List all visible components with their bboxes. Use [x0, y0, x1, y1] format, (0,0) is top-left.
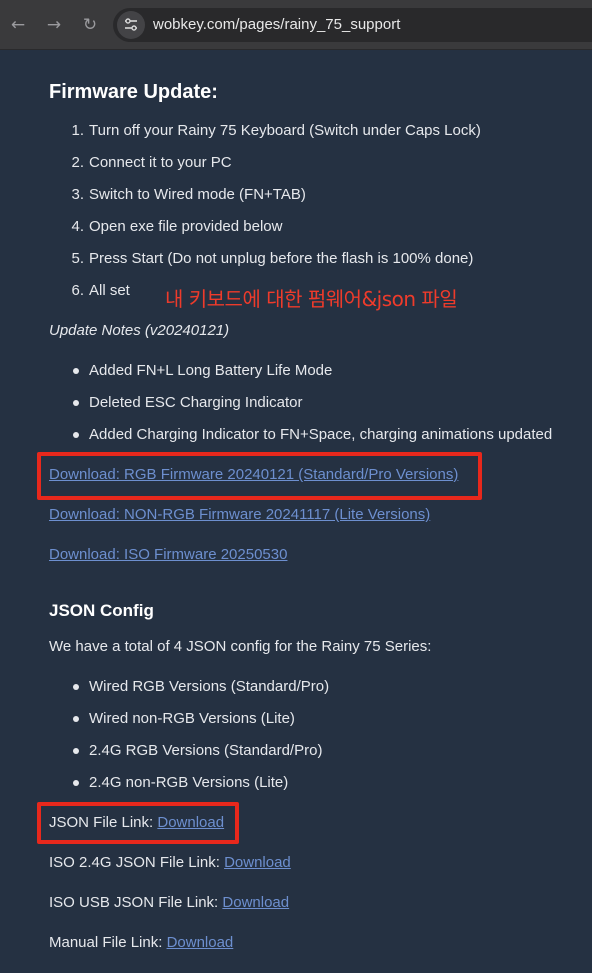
arrow-right-icon[interactable]: →: [41, 12, 67, 38]
config-item: Wired RGB Versions (Standard/Pro): [89, 678, 330, 695]
bullet-dot: [73, 400, 79, 406]
bullet-dot: [73, 780, 79, 786]
config-item: 2.4G RGB Versions (Standard/Pro): [89, 742, 323, 759]
step-number: 1.: [71, 122, 84, 139]
config-item: Wired non-RGB Versions (Lite): [89, 710, 295, 727]
download-non-rgb-firmware-link[interactable]: Download: NON-RGB Firmware 20241117 (Lit…: [49, 506, 430, 523]
json-config-intro: We have a total of 4 JSON config for the…: [49, 638, 432, 655]
step-text: Turn off your Rainy 75 Keyboard (Switch …: [89, 122, 481, 139]
firmware-heading: Firmware Update:: [49, 81, 218, 103]
iso-usb-json-link-row: ISO USB JSON File Link: Download: [49, 894, 289, 911]
korean-annotation: 내 키보드에 대한 펌웨어&json 파일: [165, 287, 458, 311]
step-number: 5.: [71, 250, 84, 267]
bullet-dot: [73, 748, 79, 754]
step-number: 4.: [71, 218, 84, 235]
bullet-dot: [73, 684, 79, 690]
manual-download-link[interactable]: Download: [167, 934, 234, 951]
iso-usb-json-link-label: ISO USB JSON File Link:: [49, 894, 223, 911]
manual-file-link-label: Manual File Link:: [49, 934, 167, 951]
step-text: All set: [89, 282, 130, 299]
iso-24g-json-link-row: ISO 2.4G JSON File Link: Download: [49, 854, 291, 871]
step-text: Open exe file provided below: [89, 218, 283, 235]
download-iso-firmware-link[interactable]: Download: ISO Firmware 20250530: [49, 546, 287, 563]
download-rgb-firmware-link[interactable]: Download: RGB Firmware 20240121 (Standar…: [49, 466, 458, 483]
bullet-dot: [73, 432, 79, 438]
json-file-download-link[interactable]: Download: [157, 814, 224, 831]
browser-toolbar: ← → ↻ wobkey.com/pages/rainy_75_support: [0, 0, 592, 50]
arrow-left-icon[interactable]: ←: [5, 12, 31, 38]
update-notes-title: Update Notes (v20240121): [49, 322, 230, 339]
note-item: Added FN+L Long Battery Life Mode: [89, 362, 333, 379]
bullet-dot: [73, 368, 79, 374]
step-number: 2.: [71, 154, 84, 171]
json-config-heading: JSON Config: [49, 601, 154, 620]
site-settings-icon[interactable]: [117, 11, 145, 39]
step-number: 6.: [71, 282, 84, 299]
note-item: Added Charging Indicator to FN+Space, ch…: [89, 426, 553, 443]
bullet-dot: [73, 716, 79, 722]
note-item: Deleted ESC Charging Indicator: [89, 394, 303, 411]
iso-usb-json-download-link[interactable]: Download: [222, 894, 289, 911]
config-item: 2.4G non-RGB Versions (Lite): [89, 774, 289, 791]
iso-24g-json-link-label: ISO 2.4G JSON File Link:: [49, 854, 225, 871]
iso-24g-json-download-link[interactable]: Download: [224, 854, 291, 871]
url-text[interactable]: wobkey.com/pages/rainy_75_support: [153, 16, 400, 33]
json-file-link-row: JSON File Link: Download: [49, 814, 224, 831]
json-file-link-label: JSON File Link:: [49, 814, 158, 831]
step-text: Switch to Wired mode (FN+TAB): [89, 186, 306, 203]
step-text: Press Start (Do not unplug before the fl…: [89, 250, 474, 267]
reload-icon[interactable]: ↻: [77, 12, 103, 38]
step-number: 3.: [71, 186, 84, 203]
address-bar[interactable]: wobkey.com/pages/rainy_75_support: [113, 8, 592, 42]
step-text: Connect it to your PC: [89, 154, 232, 171]
manual-file-link-row: Manual File Link: Download: [49, 934, 233, 951]
